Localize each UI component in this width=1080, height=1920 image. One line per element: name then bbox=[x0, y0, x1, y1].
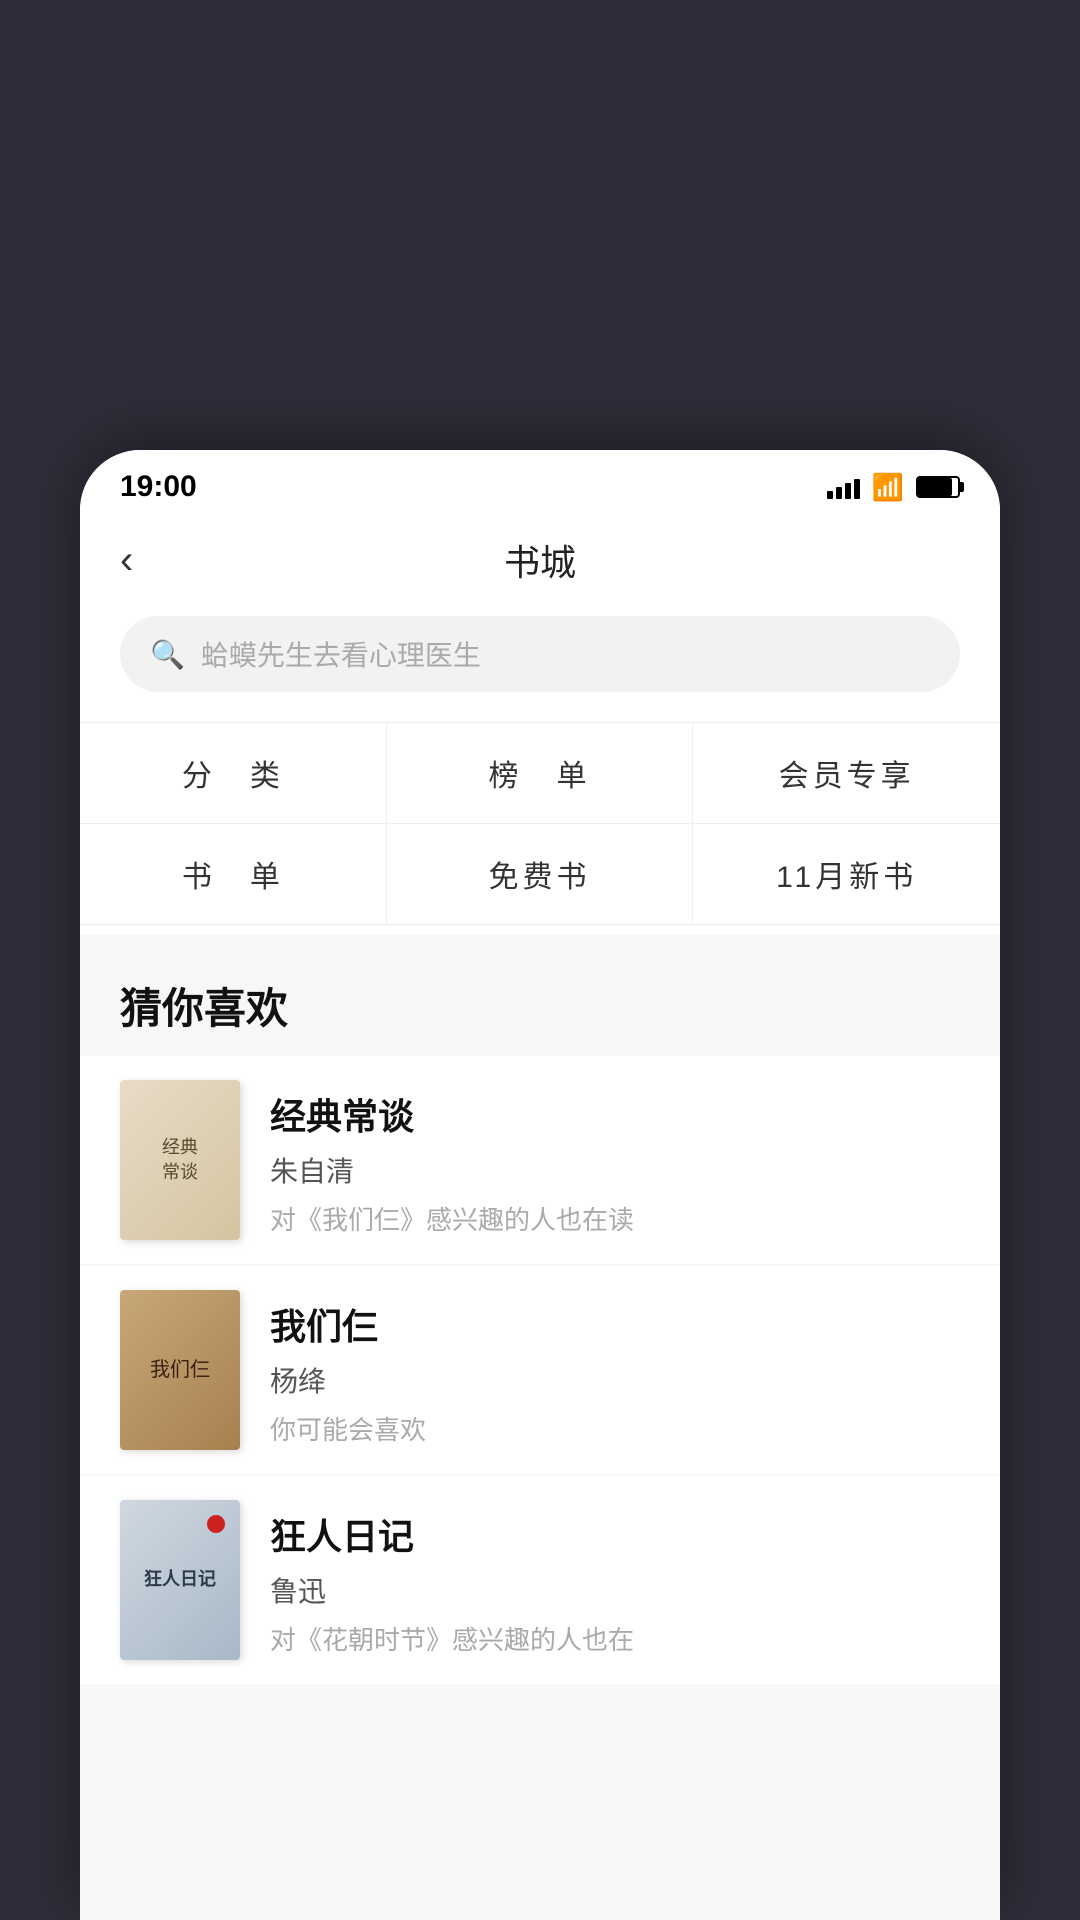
nav-title: 书城 bbox=[504, 534, 576, 586]
book-name-2: 狂人日记 bbox=[270, 1508, 634, 1560]
book-info-1: 我们仨 杨绛 你可能会喜欢 bbox=[270, 1290, 426, 1447]
category-item-fenglei[interactable]: 分 类 bbox=[80, 723, 387, 824]
category-item-free[interactable]: 免费书 bbox=[387, 824, 694, 924]
wifi-icon: 📶 bbox=[872, 472, 904, 503]
book-item-1[interactable]: 我们仨 我们仨 杨绛 你可能会喜欢 bbox=[80, 1266, 1000, 1474]
category-item-bangdan[interactable]: 榜 单 bbox=[387, 723, 694, 824]
status-time: 19:00 bbox=[120, 470, 197, 504]
book-cover-0: 经典常谈 bbox=[120, 1080, 240, 1240]
red-dot bbox=[207, 1515, 225, 1533]
category-item-shudan[interactable]: 书 单 bbox=[80, 824, 387, 924]
book-desc-0: 对《我们仨》感兴趣的人也在读 bbox=[270, 1200, 634, 1237]
book-item-2[interactable]: 狂人日记 狂人日记 鲁迅 对《花朝时节》感兴趣的人也在 bbox=[80, 1476, 1000, 1684]
search-container: 🔍 蛤蟆先生去看心理医生 bbox=[80, 606, 1000, 712]
book-cover-1: 我们仨 bbox=[120, 1290, 240, 1450]
section-title: 猜你喜欢 bbox=[80, 935, 1000, 1056]
book-cover-text-2: 狂人日记 bbox=[144, 1567, 216, 1592]
search-bar[interactable]: 🔍 蛤蟆先生去看心理医生 bbox=[120, 616, 960, 692]
battery-icon bbox=[916, 476, 960, 498]
book-author-1: 杨绛 bbox=[270, 1360, 426, 1400]
book-cover-text-0: 经典常谈 bbox=[162, 1135, 198, 1185]
recommended-section: 猜你喜欢 经典常谈 经典常谈 朱自清 对《我们仨》感兴趣的人也在读 bbox=[80, 935, 1000, 1920]
book-desc-2: 对《花朝时节》感兴趣的人也在 bbox=[270, 1620, 634, 1657]
category-item-new[interactable]: 11月新书 bbox=[693, 824, 1000, 924]
book-cover-2: 狂人日记 bbox=[120, 1500, 240, 1660]
category-item-vip[interactable]: 会员专享 bbox=[693, 723, 1000, 824]
book-info-0: 经典常谈 朱自清 对《我们仨》感兴趣的人也在读 bbox=[270, 1080, 634, 1237]
nav-bar: ‹ 书城 bbox=[80, 514, 1000, 606]
book-cover-text-1: 我们仨 bbox=[150, 1356, 210, 1384]
book-author-0: 朱自清 bbox=[270, 1150, 634, 1190]
book-author-2: 鲁迅 bbox=[270, 1570, 634, 1610]
book-list: 经典常谈 经典常谈 朱自清 对《我们仨》感兴趣的人也在读 我们仨 bbox=[80, 1056, 1000, 1686]
phone-frame: 19:00 📶 ‹ 书城 🔍 蛤蟆先 bbox=[80, 450, 1000, 1920]
phone-inner: 19:00 📶 ‹ 书城 🔍 蛤蟆先 bbox=[80, 450, 1000, 1920]
status-bar: 19:00 📶 bbox=[80, 450, 1000, 514]
battery-fill bbox=[918, 478, 952, 496]
back-button[interactable]: ‹ bbox=[120, 538, 133, 583]
category-grid: 分 类 榜 单 会员专享 书 单 免费书 11月新书 bbox=[80, 722, 1000, 925]
book-name-1: 我们仨 bbox=[270, 1298, 426, 1350]
book-desc-1: 你可能会喜欢 bbox=[270, 1410, 426, 1447]
search-placeholder-text: 蛤蟆先生去看心理医生 bbox=[201, 634, 481, 674]
signal-icon bbox=[827, 475, 860, 499]
book-item-0[interactable]: 经典常谈 经典常谈 朱自清 对《我们仨》感兴趣的人也在读 bbox=[80, 1056, 1000, 1264]
book-info-2: 狂人日记 鲁迅 对《花朝时节》感兴趣的人也在 bbox=[270, 1500, 634, 1657]
book-name-0: 经典常谈 bbox=[270, 1088, 634, 1140]
search-icon: 🔍 bbox=[150, 638, 185, 671]
status-icons: 📶 bbox=[827, 472, 960, 503]
